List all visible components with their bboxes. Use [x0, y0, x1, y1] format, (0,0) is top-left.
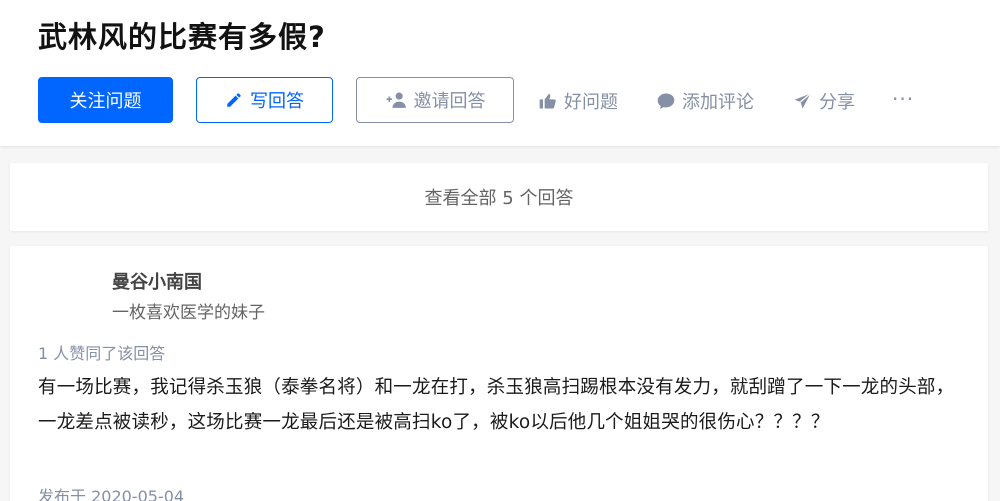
write-answer-label: 写回答: [250, 91, 304, 112]
follow-question-button[interactable]: 关注问题: [38, 77, 173, 123]
share-button[interactable]: 分享: [793, 86, 855, 116]
author-bio: 一枚喜欢医学的妹子: [112, 303, 265, 323]
view-all-answers-button[interactable]: 查看全部 5 个回答: [10, 163, 988, 231]
answer-content: 有一场比赛，我记得杀玉狼（泰拳名将）和一龙在打，杀玉狼高扫踢根本没有发力，就刮蹭…: [38, 377, 955, 433]
author-name[interactable]: 曼谷小南国: [112, 268, 202, 294]
invite-answer-label: 邀请回答: [413, 91, 486, 112]
more-options-label: ···: [892, 87, 915, 111]
question-title: 武林风的比赛有多假?: [38, 20, 326, 54]
page: 武林风的比赛有多假? 关注问题 写回答 邀请回答 好问题 添加评论 分享 ···…: [0, 0, 1000, 501]
answer-card: 曼谷小南国 一枚喜欢医学的妹子 1 人赞同了该回答 有一场比赛，我记得杀玉狼（泰…: [10, 246, 988, 501]
paper-plane-icon: [794, 92, 811, 109]
more-options-button[interactable]: ···: [892, 84, 914, 114]
view-all-answers-label: 查看全部 5 个回答: [424, 188, 574, 209]
good-question-button[interactable]: 好问题: [538, 86, 618, 116]
comment-bubble-icon: [657, 93, 675, 109]
share-label: 分享: [819, 92, 855, 113]
published-date: 发布于 2020-05-04: [38, 487, 185, 501]
add-comment-label: 添加评论: [682, 92, 754, 113]
invite-answer-button[interactable]: 邀请回答: [356, 77, 514, 123]
good-question-label: 好问题: [564, 92, 618, 113]
follow-question-label: 关注问题: [69, 91, 142, 112]
pencil-icon: [227, 93, 241, 107]
add-user-icon: [386, 92, 406, 108]
question-header: 武林风的比赛有多假? 关注问题 写回答 邀请回答 好问题 添加评论 分享 ···: [0, 0, 1000, 146]
add-comment-button[interactable]: 添加评论: [656, 86, 754, 116]
thumbs-up-icon: [539, 93, 556, 109]
vote-count-text: 1 人赞同了该回答: [38, 344, 166, 363]
write-answer-button[interactable]: 写回答: [196, 77, 333, 123]
